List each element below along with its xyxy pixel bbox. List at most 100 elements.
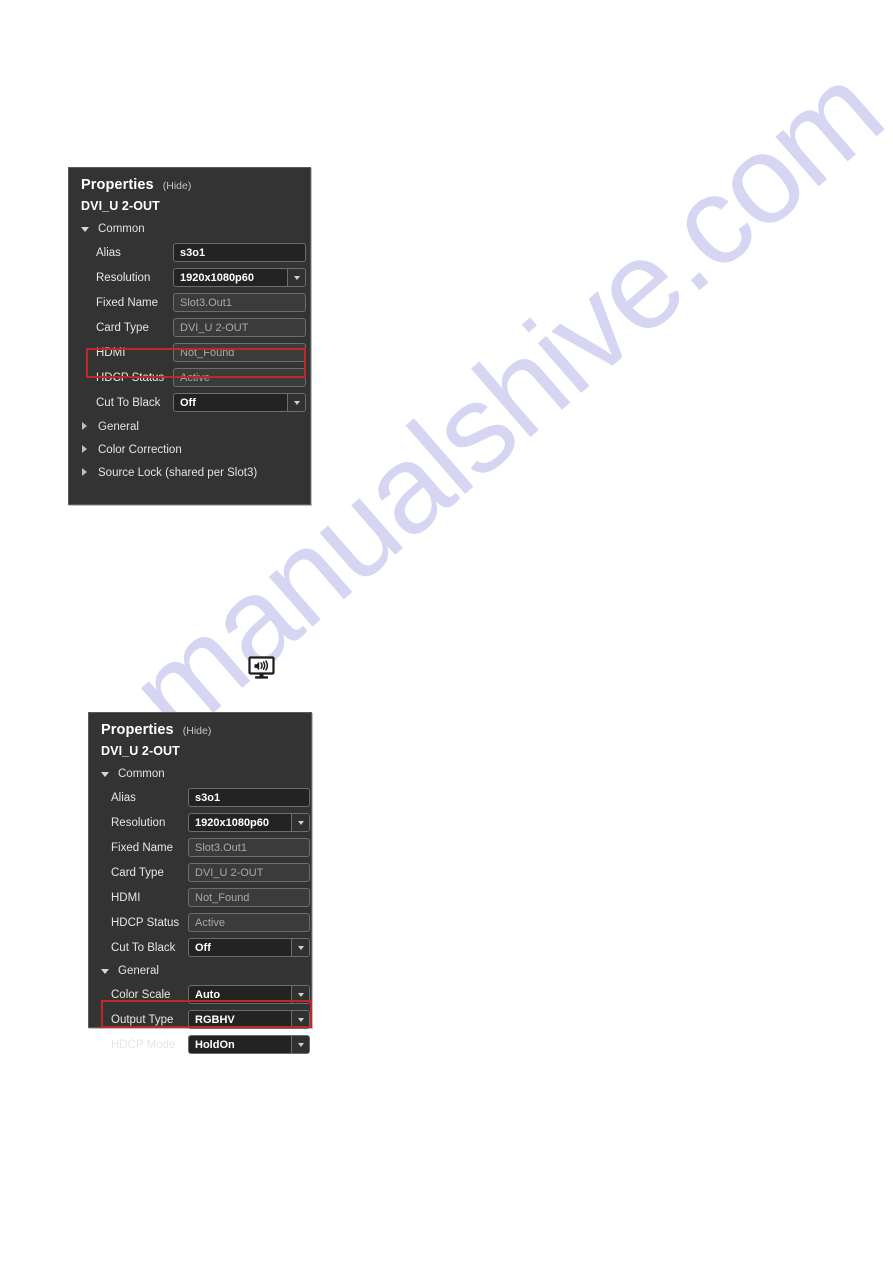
hdcp-status-field: Active: [173, 368, 306, 387]
property-row-fixed-name: Fixed Name Slot3.Out1: [69, 290, 310, 315]
section-header-common[interactable]: Common: [69, 218, 310, 240]
section-label: General: [98, 420, 139, 433]
field-value: DVI_U 2-OUT: [195, 866, 264, 879]
property-label: Card Type: [96, 321, 149, 334]
field-value: Slot3.Out1: [180, 296, 232, 309]
hide-link[interactable]: (Hide): [163, 180, 192, 192]
section-header-general[interactable]: General: [89, 960, 311, 982]
triangle-right-icon[interactable]: [81, 422, 90, 431]
chevron-down-icon[interactable]: [291, 814, 309, 831]
property-label: Cut To Black: [111, 941, 176, 954]
property-row-hdmi: HDMI Not_Found: [89, 885, 311, 910]
section-label: Source Lock (shared per Slot3): [98, 466, 258, 479]
cut-to-black-select[interactable]: Off: [173, 393, 306, 412]
field-value: Active: [180, 371, 210, 384]
field-value: DVI_U 2-OUT: [180, 321, 249, 334]
field-value: Not_Found: [195, 891, 250, 904]
property-row-hdcp-mode: HDCP Mode HoldOn: [89, 1032, 311, 1057]
page-title: Properties: [101, 722, 174, 738]
field-value: s3o1: [180, 246, 206, 259]
resolution-select[interactable]: 1920x1080p60: [173, 268, 306, 287]
property-label: Fixed Name: [111, 841, 173, 854]
chevron-down-icon[interactable]: [287, 394, 305, 411]
section-label: Common: [118, 768, 165, 780]
section-header-general[interactable]: General: [69, 415, 310, 438]
property-row-alias: Alias s3o1: [89, 785, 311, 810]
display-speaker-icon: [248, 656, 275, 681]
property-label: Card Type: [111, 866, 164, 879]
property-label: HDMI: [111, 891, 141, 904]
property-row-hdmi: HDMI Not_Found: [69, 340, 310, 365]
hdcp-status-field: Active: [188, 913, 310, 932]
property-row-cut-to-black: Cut To Black Off: [89, 935, 311, 960]
section-label: General: [118, 965, 159, 977]
section-label: Color Correction: [98, 443, 182, 456]
triangle-right-icon[interactable]: [81, 445, 90, 454]
property-label: Resolution: [96, 271, 151, 284]
property-row-cut-to-black: Cut To Black Off: [69, 390, 310, 415]
property-label: HDCP Status: [111, 916, 180, 929]
field-value: 1920x1080p60: [195, 816, 270, 829]
resolution-select[interactable]: 1920x1080p60: [188, 813, 310, 832]
chevron-down-icon[interactable]: [291, 1011, 309, 1028]
property-row-card-type: Card Type DVI_U 2-OUT: [69, 315, 310, 340]
field-value: Slot3.Out1: [195, 841, 247, 854]
chevron-down-icon[interactable]: [291, 986, 309, 1003]
field-value: s3o1: [195, 791, 221, 804]
field-value: RGBHV: [195, 1013, 235, 1026]
property-label: Fixed Name: [96, 296, 158, 309]
color-scale-select[interactable]: Auto: [188, 985, 310, 1004]
section-header-source-lock[interactable]: Source Lock (shared per Slot3): [69, 461, 310, 484]
triangle-down-icon[interactable]: [101, 967, 110, 976]
property-label: HDMI: [96, 346, 126, 359]
field-value: Off: [180, 396, 196, 409]
triangle-down-icon[interactable]: [101, 770, 110, 779]
triangle-right-icon[interactable]: [81, 468, 90, 477]
chevron-down-icon[interactable]: [291, 939, 309, 956]
section-header-color-correction[interactable]: Color Correction: [69, 438, 310, 461]
chevron-down-icon[interactable]: [291, 1036, 309, 1053]
field-value: Auto: [195, 988, 221, 1001]
hdcp-mode-select[interactable]: HoldOn: [188, 1035, 310, 1054]
cut-to-black-select[interactable]: Off: [188, 938, 310, 957]
panel-header: Properties (Hide): [89, 713, 311, 740]
property-row-resolution: Resolution 1920x1080p60: [69, 265, 310, 290]
property-row-hdcp-status: HDCP Status Active: [69, 365, 310, 390]
alias-input[interactable]: s3o1: [173, 243, 306, 262]
property-row-resolution: Resolution 1920x1080p60: [89, 810, 311, 835]
device-name-label: DVI_U 2-OUT: [81, 199, 160, 213]
fixed-name-field: Slot3.Out1: [173, 293, 306, 312]
page-title: Properties: [81, 177, 154, 193]
property-label: HDCP Status: [96, 371, 165, 384]
chevron-down-icon[interactable]: [287, 269, 305, 286]
field-value: HoldOn: [195, 1038, 235, 1051]
alias-input[interactable]: s3o1: [188, 788, 310, 807]
property-row-alias: Alias s3o1: [69, 240, 310, 265]
hide-link[interactable]: (Hide): [183, 725, 212, 737]
field-value: Off: [195, 941, 211, 954]
field-value: Not_Found: [180, 346, 235, 359]
property-label: HDCP Mode: [111, 1038, 176, 1051]
property-label: Resolution: [111, 816, 166, 829]
property-row-card-type: Card Type DVI_U 2-OUT: [89, 860, 311, 885]
properties-panel-bottom: Properties (Hide) DVI_U 2-OUT Common Ali…: [88, 712, 312, 1054]
hdmi-status-field: Not_Found: [173, 343, 306, 362]
property-label: Cut To Black: [96, 396, 161, 409]
properties-panel-top: Properties (Hide) DVI_U 2-OUT Common Ali…: [68, 167, 311, 505]
section-label: Common: [98, 223, 145, 235]
field-value: Active: [195, 916, 225, 929]
property-label: Alias: [96, 246, 121, 259]
property-row-color-scale: Color Scale Auto: [89, 982, 311, 1007]
property-row-output-type: Output Type RGBHV: [89, 1007, 311, 1032]
output-type-select[interactable]: RGBHV: [188, 1010, 310, 1029]
section-header-common[interactable]: Common: [89, 763, 311, 785]
card-type-field: DVI_U 2-OUT: [188, 863, 310, 882]
property-label: Output Type: [111, 1013, 174, 1026]
hdmi-status-field: Not_Found: [188, 888, 310, 907]
property-label: Alias: [111, 791, 136, 804]
field-value: 1920x1080p60: [180, 271, 255, 284]
triangle-down-icon[interactable]: [81, 225, 90, 234]
device-name-label: DVI_U 2-OUT: [101, 744, 180, 758]
sections-container: Common Alias s3o1 Resolution 1920x1080p6…: [69, 218, 310, 484]
property-label: Color Scale: [111, 988, 171, 1001]
